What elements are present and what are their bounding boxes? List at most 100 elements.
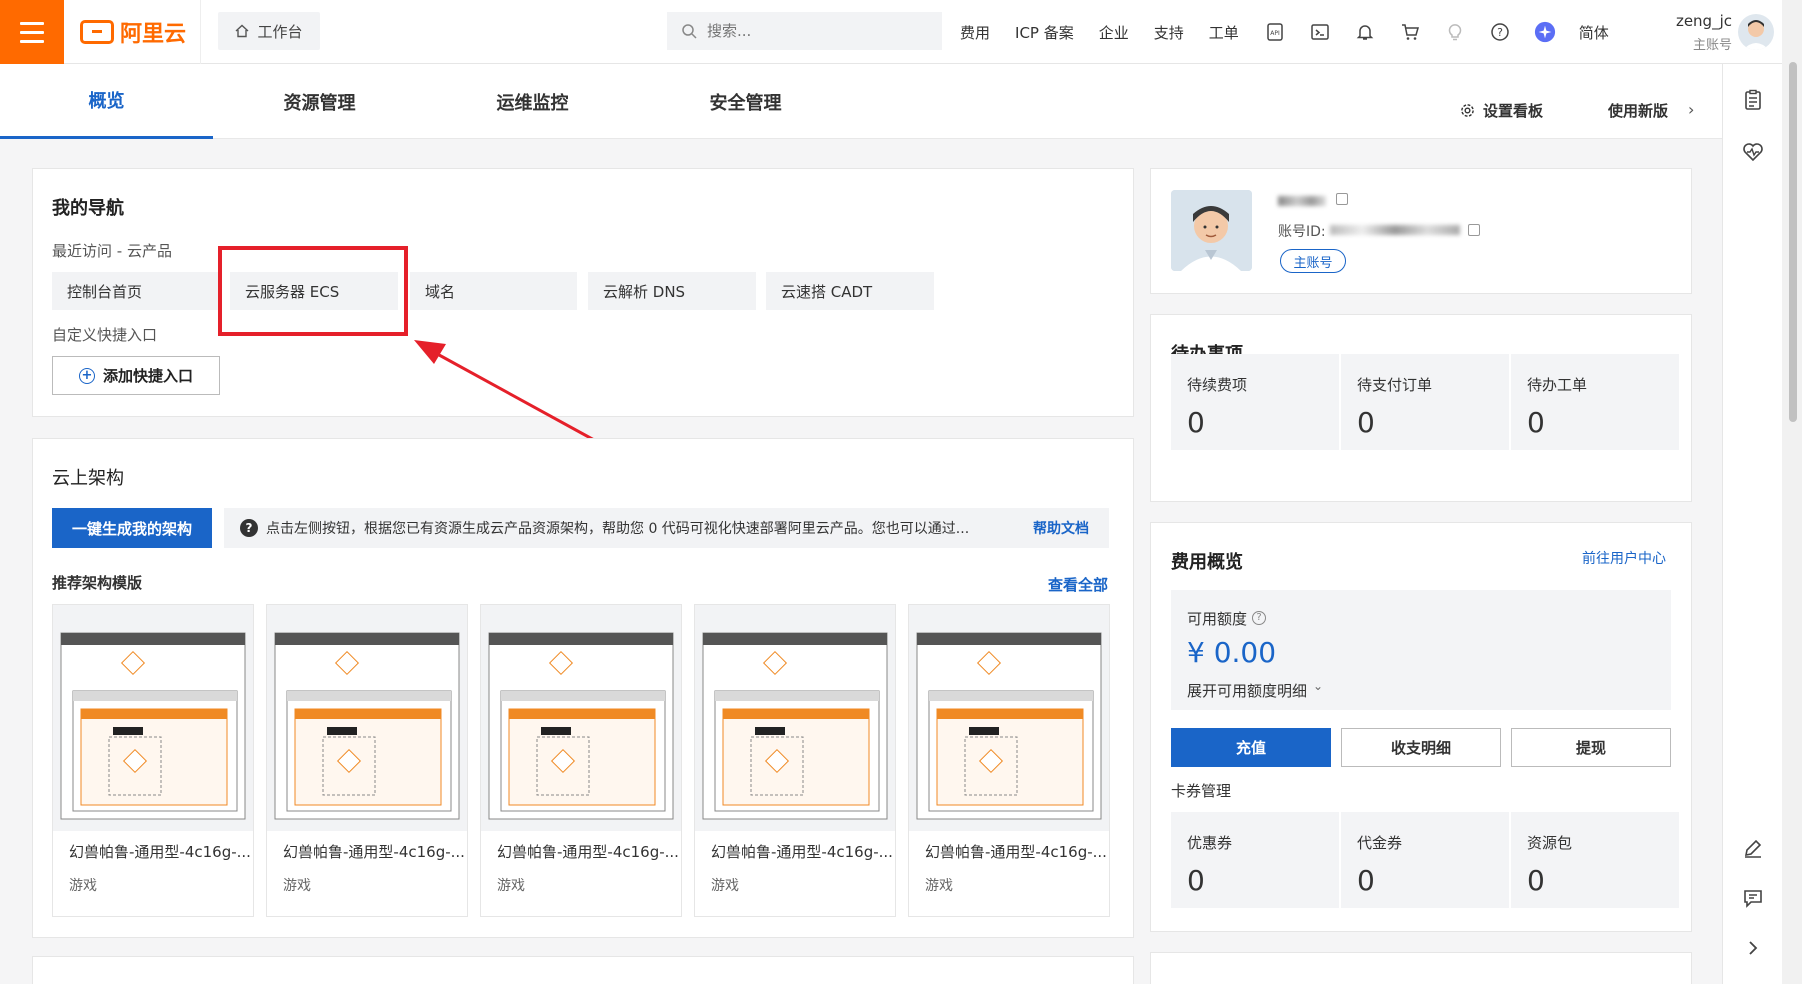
profile-avatar [1171,190,1252,271]
question-circle-icon: ? [240,519,258,537]
template-category: 游戏 [711,878,739,894]
nav-support[interactable]: 支持 [1154,22,1184,43]
todo-renewal-tile[interactable]: 待续费项 0 [1171,354,1339,450]
architecture-template-card[interactable]: 幻兽帕鲁-通用型-4c16g-... 游戏 [908,604,1110,917]
todo-unpaid-orders-tile[interactable]: 待支付订单 0 [1341,354,1509,450]
nav-icp[interactable]: ICP 备案 [1015,22,1074,43]
gear-icon [1461,104,1474,117]
copy-id-icon[interactable] [1468,224,1480,236]
next-card-right [1150,952,1692,984]
template-category: 游戏 [283,878,311,894]
logo-text: 阿里云 [120,22,187,47]
top-bar: 阿里云 工作台 费用 ICP 备案 企业 支持 工单 API ? 简体 zeng… [0,0,1802,64]
add-shortcut-button[interactable]: + 添加快捷入口 [52,356,220,395]
architecture-template-card[interactable]: 幻兽帕鲁-通用型-4c16g-... 游戏 [694,604,896,917]
svg-text:API: API [1270,30,1280,37]
template-name: 幻兽帕鲁-通用型-4c16g-... [497,843,679,861]
architecture-template-card[interactable]: 幻兽帕鲁-通用型-4c16g-... 游戏 [52,604,254,917]
user-menu[interactable]: zeng_jc 主账号 [1672,12,1732,53]
quick-link-console-home[interactable]: 控制台首页 [52,272,218,310]
nav-ticket[interactable]: 工单 [1209,22,1239,43]
tab-overview[interactable]: 概览 [0,64,213,139]
template-name: 幻兽帕鲁-通用型-4c16g-... [925,843,1107,861]
resource-pack-value: 0 [1527,864,1545,897]
lightbulb-icon[interactable] [1444,21,1466,43]
api-icon[interactable]: API [1264,21,1286,43]
coupon-management-label: 卡券管理 [1171,782,1232,800]
todo-label: 待办工单 [1527,376,1588,394]
resource-pack-tile[interactable]: 资源包 0 [1511,812,1679,908]
edit-icon[interactable] [1741,836,1765,860]
ai-assistant-icon[interactable] [1534,21,1556,43]
template-thumbnail [267,605,467,831]
coupon-value: 0 [1187,864,1205,897]
add-shortcut-label: 添加快捷入口 [102,367,193,385]
copy-icon[interactable] [1336,193,1348,205]
resource-pack-label: 资源包 [1527,834,1573,852]
feedback-icon[interactable] [1741,886,1765,910]
recommended-templates-label: 推荐架构模版 [52,574,143,592]
new-version-button[interactable]: 使用新版 [1608,100,1668,121]
recharge-button[interactable]: 充值 [1171,728,1331,767]
help-icon[interactable]: ? [1489,21,1511,43]
sub-tab-bar: 概览 资源管理 运维监控 安全管理 设置看板 使用新版 › [0,64,1722,139]
template-thumbnail [695,605,895,831]
terminal-icon[interactable] [1309,21,1331,43]
view-all-link[interactable]: 查看全部 [1048,574,1108,595]
workbench-button[interactable]: 工作台 [218,12,320,50]
scrollbar-thumb[interactable] [1789,62,1797,422]
user-center-link[interactable]: 前往用户中心 [1582,548,1666,568]
search-box[interactable] [667,12,942,50]
nav-fees[interactable]: 费用 [960,22,990,43]
language-switch[interactable]: 简体 [1579,22,1609,43]
annotation-highlight-box [218,246,408,336]
generate-architecture-button[interactable]: 一键生成我的架构 [52,508,212,548]
search-icon [682,24,697,39]
architecture-template-card[interactable]: 幻兽帕鲁-通用型-4c16g-... 游戏 [480,604,682,917]
quick-link-cadt[interactable]: 云速搭 CADT [766,272,934,310]
chevron-right-icon[interactable] [1741,936,1765,960]
main-account-badge: 主账号 [1280,249,1346,273]
quick-link-dns[interactable]: 云解析 DNS [588,272,756,310]
nav-enterprise[interactable]: 企业 [1099,22,1129,43]
aliyun-logo[interactable]: 阿里云 [80,16,186,48]
chevron-down-icon[interactable]: ⌄ [1313,679,1323,693]
template-thumbnail [53,605,253,831]
account-type: 主账号 [1692,38,1732,53]
bell-icon[interactable] [1354,21,1376,43]
template-name: 幻兽帕鲁-通用型-4c16g-... [69,843,251,861]
health-heart-icon[interactable] [1741,140,1765,164]
template-category: 游戏 [925,878,953,894]
todo-value: 0 [1527,406,1545,439]
expand-credit-detail[interactable]: 展开可用额度明细 [1187,680,1307,701]
voucher-tile[interactable]: 代金券 0 [1341,812,1509,908]
cart-icon[interactable] [1399,21,1421,43]
avatar[interactable] [1738,14,1774,50]
architecture-template-card[interactable]: 幻兽帕鲁-通用型-4c16g-... 游戏 [266,604,468,917]
workbench-label: 工作台 [257,22,303,41]
todo-value: 0 [1357,406,1375,439]
chevron-right-icon[interactable]: › [1688,100,1694,119]
next-card-left [32,956,1134,984]
clipboard-icon[interactable] [1741,88,1765,112]
tab-security[interactable]: 安全管理 [639,64,852,139]
help-doc-link[interactable]: 帮助文档 [1033,518,1089,538]
quick-link-domain[interactable]: 域名 [410,272,577,310]
coupon-tile[interactable]: 优惠券 0 [1171,812,1339,908]
template-category: 游戏 [69,878,97,894]
tab-resources[interactable]: 资源管理 [213,64,426,139]
withdraw-button[interactable]: 提现 [1511,728,1671,767]
aliyun-logo-icon [80,20,114,44]
todo-label: 待支付订单 [1357,376,1433,394]
todo-label: 待续费项 [1187,376,1248,394]
todo-tickets-tile[interactable]: 待办工单 0 [1511,354,1679,450]
tab-monitoring[interactable]: 运维监控 [426,64,639,139]
hamburger-menu-button[interactable] [0,0,64,64]
custom-shortcut-label: 自定义快捷入口 [52,326,158,344]
search-input[interactable] [707,22,907,40]
settings-dashboard-button[interactable]: 设置看板 [1460,100,1543,121]
transaction-detail-button[interactable]: 收支明细 [1341,728,1501,767]
info-icon[interactable]: ? [1252,611,1266,625]
fee-overview-title: 费用概览 [1171,552,1243,573]
top-nav: 费用 ICP 备案 企业 支持 工单 API ? 简体 [960,0,1634,64]
